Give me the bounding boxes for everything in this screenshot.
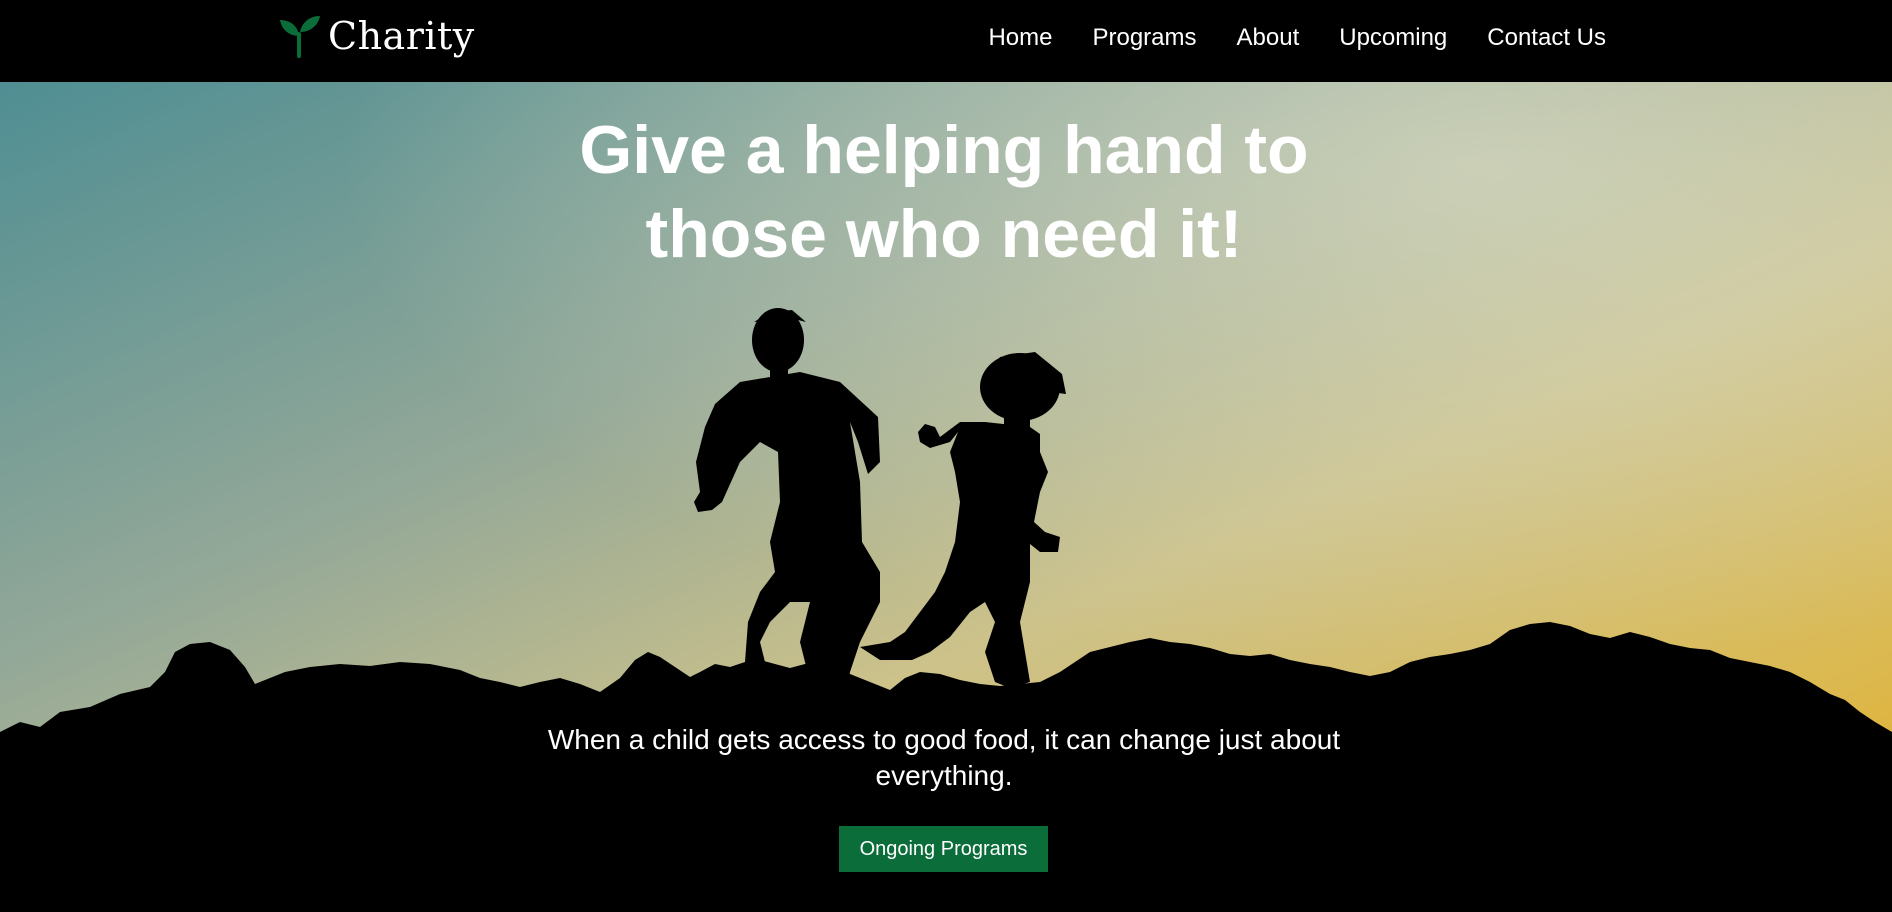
hero-section: Give a helping hand to those who need it…: [0, 82, 1892, 912]
hero-subtitle: When a child gets access to good food, i…: [547, 724, 1341, 791]
nav-link-upcoming[interactable]: Upcoming: [1339, 22, 1447, 54]
nav-link-home[interactable]: Home: [988, 22, 1052, 54]
hero-title: Give a helping hand to those who need it…: [579, 112, 1309, 272]
nav-link-about[interactable]: About: [1237, 22, 1300, 54]
top-navbar: Charity Home Programs About Upcoming Con…: [0, 0, 1892, 82]
nav-link-contact-us[interactable]: Contact Us: [1487, 22, 1606, 54]
brand-logo[interactable]: Charity: [278, 14, 475, 58]
nav-link-programs[interactable]: Programs: [1092, 22, 1196, 54]
main-nav: Home Programs About Upcoming Contact Us: [948, 22, 1606, 54]
ongoing-programs-button[interactable]: Ongoing Programs: [839, 826, 1048, 872]
brand-name: Charity: [328, 14, 475, 58]
sprout-icon: [280, 16, 320, 58]
